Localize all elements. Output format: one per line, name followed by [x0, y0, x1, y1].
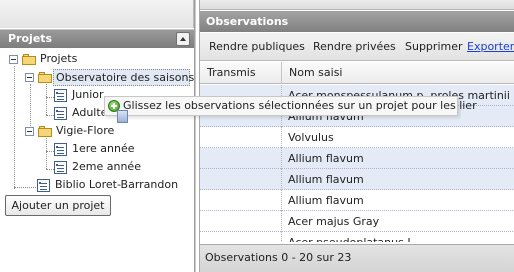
project-doc-icon: [37, 179, 50, 192]
panel-splitter[interactable]: [194, 0, 196, 272]
nom-saisi-cell: Acer pseudoplatanus L.: [288, 232, 417, 242]
table-row[interactable]: Allium flavum: [200, 148, 514, 169]
transmis-cell: [200, 190, 282, 211]
observations-grid-header: Transmis Nom saisi: [200, 62, 514, 84]
projects-panel-header: Projets: [0, 29, 194, 48]
column-header-transmis[interactable]: Transmis: [200, 62, 282, 84]
folder-open-icon: [22, 54, 36, 65]
tree-node-label: 2eme année: [72, 160, 141, 173]
collapse-node-icon[interactable]: [25, 127, 34, 136]
pagination-status: Observations 0 - 20 sur 23: [200, 244, 514, 272]
transmis-cell: [200, 211, 282, 232]
delete-button[interactable]: Supprimer: [405, 40, 463, 54]
export-link[interactable]: Exporter: [467, 40, 514, 54]
drag-tooltip: Glissez les observations sélectionnées s…: [104, 96, 477, 116]
tree-node-label: Vigie-Flore: [56, 124, 115, 137]
right-top-strip: [200, 0, 514, 10]
add-project-button[interactable]: Ajouter un projet: [5, 195, 111, 216]
table-row[interactable]: Volvulus: [200, 127, 514, 148]
table-row[interactable]: Acer pseudoplatanus L.: [200, 232, 514, 242]
collapse-icon[interactable]: [176, 32, 190, 46]
tree-node-label: 1ere année: [72, 142, 135, 155]
observations-panel-title: Observations: [200, 11, 514, 32]
table-row[interactable]: Allium flavum: [200, 169, 514, 190]
project-doc-icon: [54, 143, 67, 156]
folder-open-icon: [38, 126, 52, 137]
folder-open-icon: [38, 72, 52, 83]
tree-node-2eme-annee[interactable]: 2eme année: [0, 159, 194, 177]
drag-tooltip-text: Glissez les observations sélectionnées s…: [123, 99, 477, 112]
nom-saisi-cell: Allium flavum: [288, 173, 364, 186]
transmis-cell: [200, 148, 282, 169]
nom-saisi-cell: Allium flavum: [288, 194, 364, 207]
left-top-strip: [0, 0, 194, 28]
collapse-node-icon[interactable]: [25, 73, 34, 82]
tree-node-label: Biblio Loret-Barrandon: [55, 178, 179, 191]
nom-saisi-cell: Allium flavum: [288, 152, 364, 165]
make-private-button[interactable]: Rendre privées: [313, 40, 396, 54]
nom-saisi-cell: Volvulus: [288, 131, 334, 144]
tree-node-label: Junior: [72, 88, 104, 101]
table-row[interactable]: Acer majus Gray: [200, 211, 514, 232]
project-doc-icon: [54, 89, 67, 102]
table-row[interactable]: Allium flavum: [200, 190, 514, 211]
tree-node-label: Projets: [40, 52, 78, 65]
transmis-cell: [200, 127, 282, 148]
make-public-button[interactable]: Rendre publiques: [209, 40, 305, 54]
projects-panel-title: Projets: [8, 32, 53, 45]
project-doc-icon: [54, 161, 67, 174]
tree-node-label: Observatoire des saisons: [53, 69, 194, 86]
collapse-node-icon[interactable]: [9, 55, 18, 64]
tree-node-biblio-loret-barrandon[interactable]: Biblio Loret-Barrandon: [0, 177, 194, 195]
transmis-cell: [200, 169, 282, 190]
nom-saisi-cell: Acer majus Gray: [288, 215, 380, 228]
observations-toolbar: Rendre publiques Rendre privées Supprime…: [200, 33, 514, 61]
dragged-document-icon: [117, 110, 128, 123]
column-header-nom-saisi[interactable]: Nom saisi: [282, 62, 514, 84]
transmis-cell: [200, 232, 282, 242]
tree-node-vigie-flore[interactable]: Vigie-Flore: [0, 123, 194, 141]
observations-panel: Observations Rendre publiques Rendre pri…: [199, 0, 514, 272]
tree-node-observatoire-des-saisons[interactable]: Observatoire des saisons: [0, 69, 194, 87]
tree-node-1ere-annee[interactable]: 1ere année: [0, 141, 194, 159]
project-doc-icon: [54, 107, 67, 120]
projects-panel: Projets Projets Observatoire des saisons: [0, 0, 196, 272]
tree-node-projets[interactable]: Projets: [0, 51, 194, 69]
